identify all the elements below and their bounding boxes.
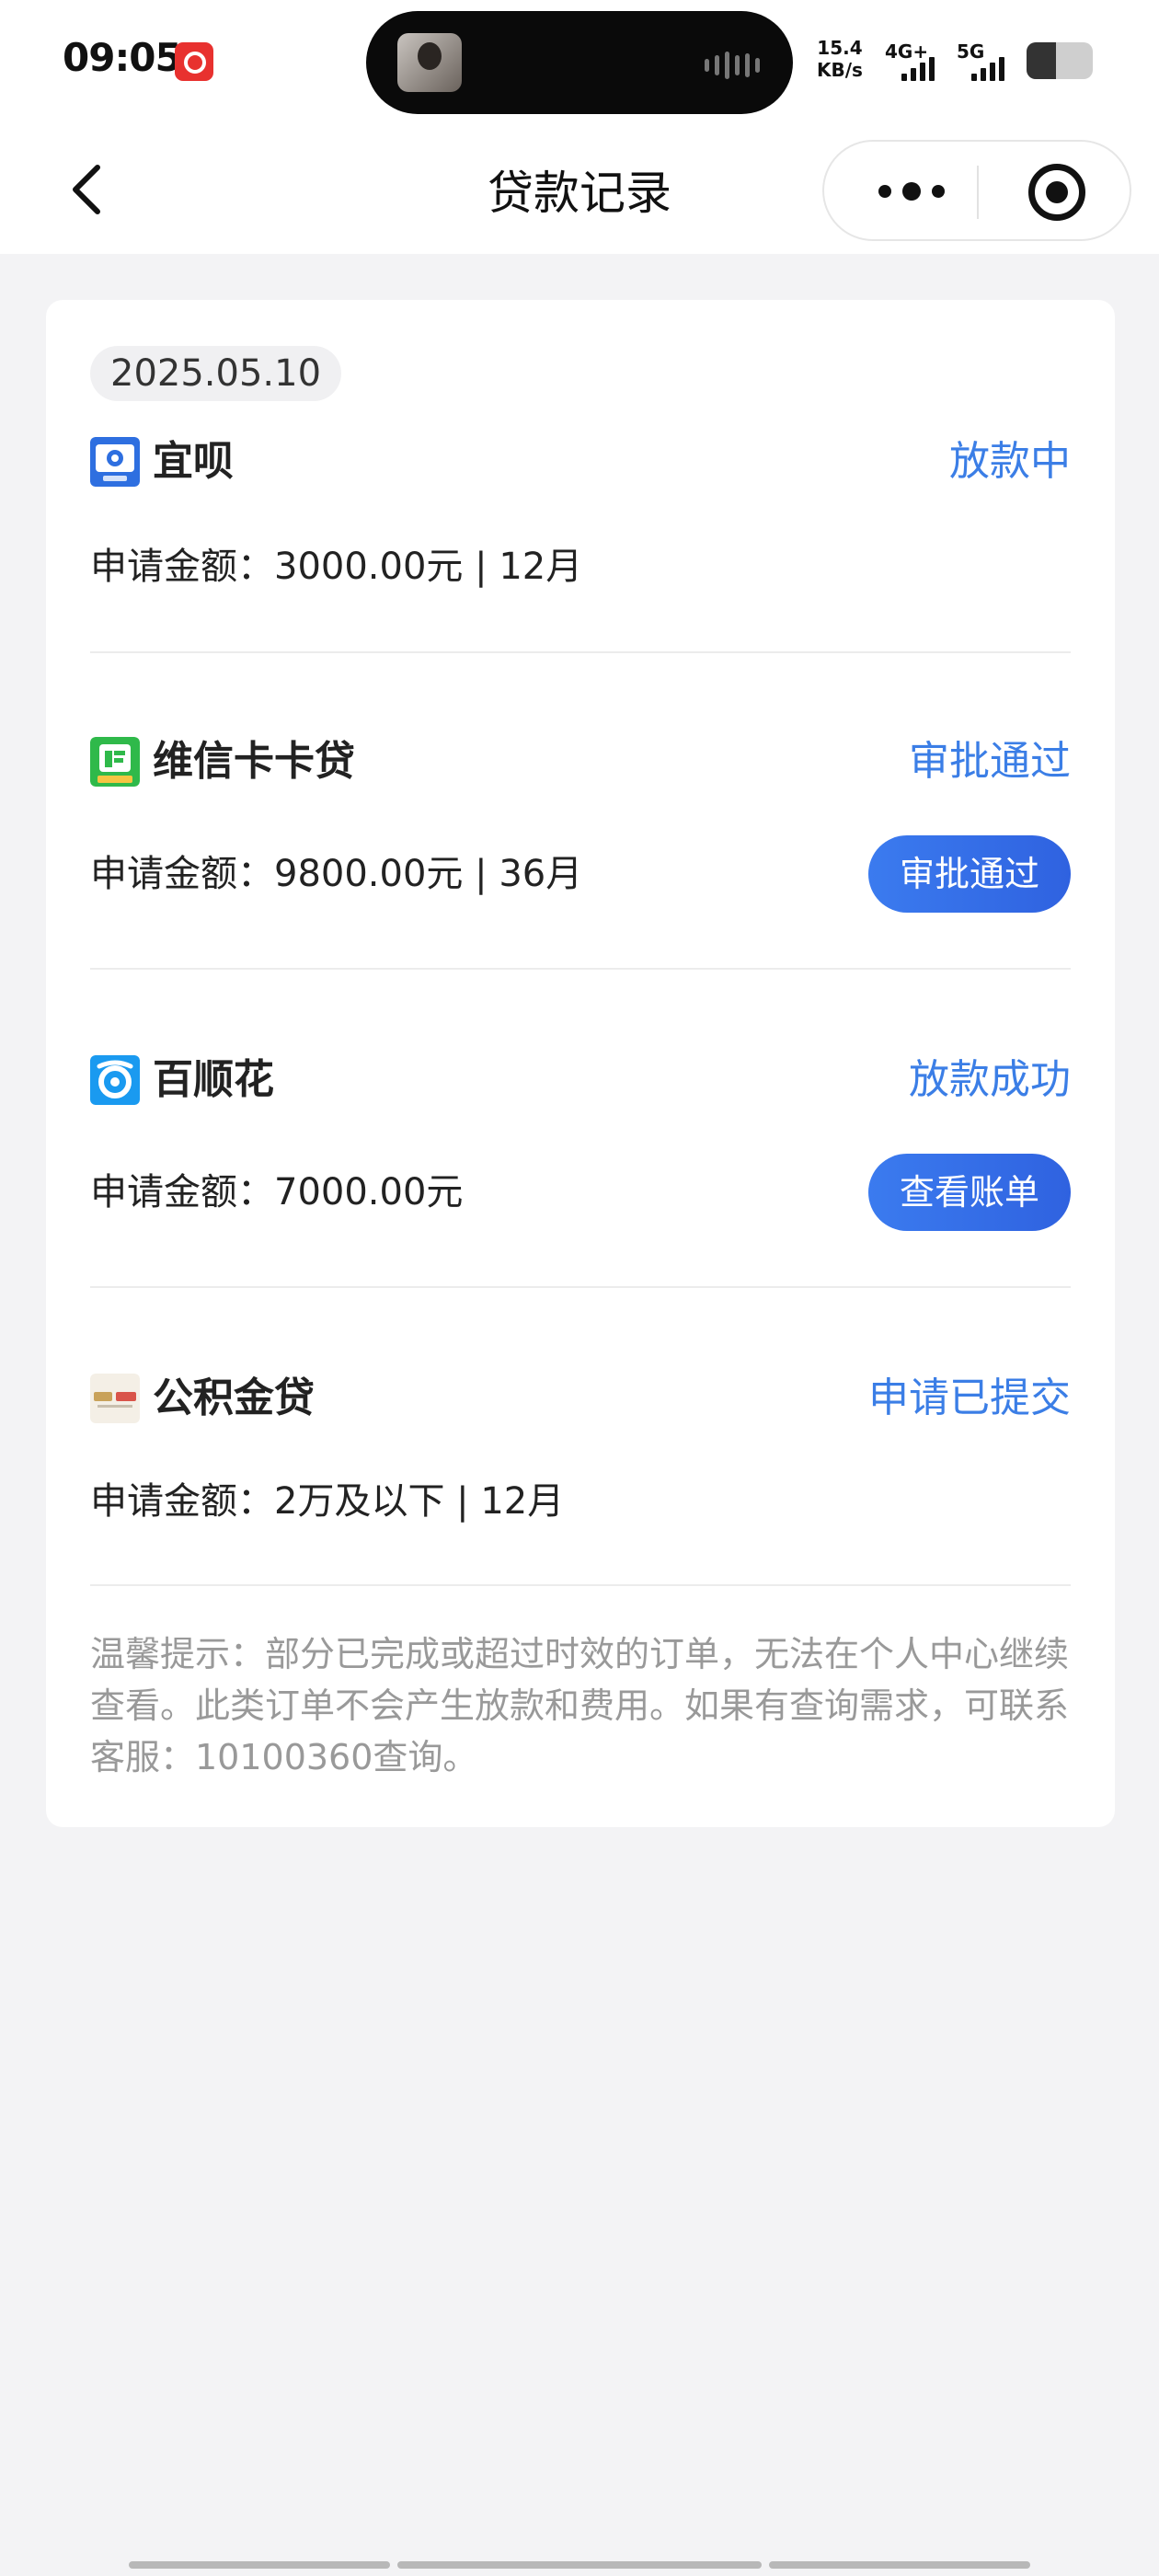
apply-amount: 申请金额：3000.00元 | 12月 — [90, 546, 583, 588]
nav-gesture-bar[interactable] — [129, 2561, 390, 2569]
miniprogram-capsule — [822, 140, 1131, 241]
loan-record[interactable]: 公积金贷 申请已提交 申请金额：2万及以下 | 12月 — [90, 1371, 1071, 1555]
divider — [90, 1584, 1071, 1586]
nav-gesture-bar[interactable] — [397, 2561, 762, 2569]
apply-amount: 申请金额：9800.00元 | 36月 — [90, 853, 583, 895]
album-art — [397, 33, 462, 92]
divider — [90, 1286, 1071, 1288]
capsule-divider — [977, 166, 979, 219]
divider — [90, 651, 1071, 653]
record-date: 2025.05.10 — [90, 346, 342, 401]
loan-record[interactable]: 百顺花 放款成功 申请金额：7000.00元 查看账单 — [90, 1052, 1071, 1255]
lender-name: 公积金贷 — [153, 1374, 315, 1421]
net-speed-value: 15.4 — [817, 37, 863, 59]
yibei-logo-icon — [90, 437, 140, 487]
warm-tip-text: 温馨提示：部分已完成或超过时效的订单，无法在个人中心继续查看。此类订单不会产生放… — [90, 1634, 1070, 1777]
view-bill-button[interactable]: 查看账单 — [867, 1154, 1071, 1231]
baishunhua-logo-icon — [90, 1055, 140, 1105]
lender-name: 维信卡卡贷 — [153, 738, 355, 785]
clock: 09:05 — [63, 35, 182, 80]
net-speed: 15.4 KB/s — [817, 37, 863, 81]
nav-gesture-bar[interactable] — [769, 2561, 1030, 2569]
status-bar: 09:05 15.4 KB/s 4G+ 5G — [0, 0, 1159, 129]
record-status: 放款成功 — [909, 1056, 1071, 1103]
audio-wave-icon — [705, 52, 760, 79]
signal-bars-2-icon — [971, 57, 1004, 81]
apply-amount: 申请金额：7000.00元 — [90, 1171, 464, 1213]
close-miniprogram-icon[interactable] — [1028, 164, 1085, 221]
loan-record[interactable]: 维信卡卡贷 审批通过 申请金额：9800.00元 | 36月 审批通过 — [90, 734, 1071, 937]
more-icon[interactable] — [861, 166, 962, 217]
battery-icon — [1027, 42, 1093, 79]
weixin-kakadai-logo-icon — [90, 737, 140, 787]
record-status: 审批通过 — [909, 738, 1071, 785]
loan-record[interactable]: 宜呗 放款中 申请金额：3000.00元 | 12月 — [90, 434, 1071, 618]
lender-name: 宜呗 — [153, 438, 234, 485]
lender-name: 百顺花 — [153, 1056, 274, 1103]
netease-music-icon — [175, 42, 213, 81]
nav-bar: 贷款记录 — [0, 129, 1159, 254]
net-speed-unit: KB/s — [817, 59, 863, 81]
apply-amount: 申请金额：2万及以下 | 12月 — [90, 1480, 565, 1523]
loan-records-card: 2025.05.10 宜呗 放款中 申请金额：3000.00元 | 12月 维信… — [46, 300, 1115, 1827]
gongjijindai-logo-icon — [90, 1374, 140, 1423]
divider — [90, 968, 1071, 970]
record-status: 申请已提交 — [868, 1374, 1071, 1421]
dynamic-island[interactable] — [366, 11, 793, 114]
signal-bars-1-icon — [901, 57, 935, 81]
approved-button[interactable]: 审批通过 — [867, 835, 1071, 913]
record-status: 放款中 — [949, 438, 1071, 485]
battery-fill — [1027, 42, 1057, 79]
